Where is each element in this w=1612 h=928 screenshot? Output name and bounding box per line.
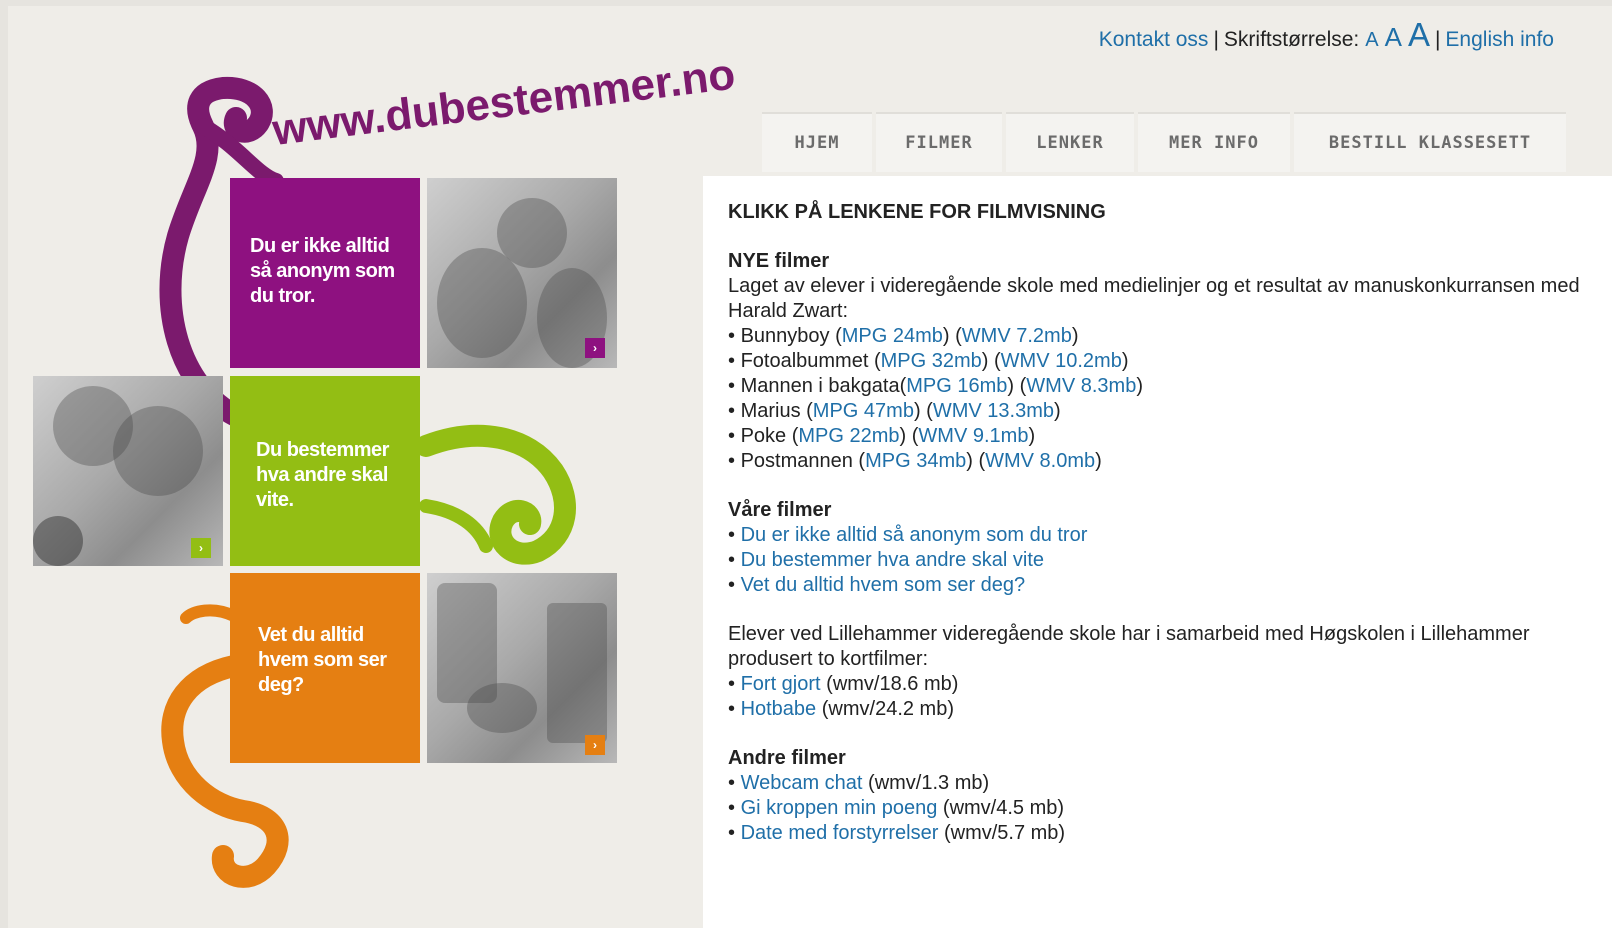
film-link[interactable]: Vet du alltid hvem som ser deg?: [741, 574, 1026, 596]
nav-bestill-klassesett[interactable]: BESTILL KLASSESETT: [1294, 112, 1566, 172]
other-films-list: Webcam chat (wmv/1.3 mb)Gi kroppen min p…: [728, 771, 1588, 846]
film-item: Fotoalbummet (MPG 32mb) (WMV 10.2mb): [728, 349, 1588, 374]
wmv-download-link[interactable]: WMV 13.3mb: [933, 400, 1054, 422]
film-item: Du er ikke alltid så anonym som du tror: [728, 523, 1588, 548]
tile-anonym[interactable]: Du er ikke alltid så anonym som du tror.: [230, 178, 420, 368]
tile-bestemmer[interactable]: Du bestemmer hva andre skal vite.: [230, 376, 420, 566]
nav-lenker[interactable]: LENKER: [1006, 112, 1134, 172]
section-intro: Elever ved Lillehammer videregående skol…: [728, 623, 1530, 670]
mpg-download-link[interactable]: MPG 24mb: [842, 325, 943, 347]
other-films-section: Andre filmer Webcam chat (wmv/1.3 mb)Gi …: [728, 746, 1588, 846]
wmv-download-link[interactable]: WMV 7.2mb: [962, 325, 1072, 347]
play-icon[interactable]: ›: [191, 538, 211, 558]
film-item: Date med forstyrrelser (wmv/5.7 mb): [728, 821, 1588, 846]
film-link[interactable]: Gi kroppen min poeng: [741, 797, 938, 819]
tile-anonym-text: Du er ikke alltid så anonym som du tror.: [250, 234, 395, 309]
film-name: Mannen i bakgata: [740, 375, 900, 397]
mpg-download-link[interactable]: MPG 34mb: [865, 450, 966, 472]
font-size-small-button[interactable]: A: [1365, 29, 1378, 52]
film-info: (wmv/24.2 mb): [821, 698, 954, 720]
font-size-medium-button[interactable]: A: [1385, 22, 1402, 53]
section-title: Våre filmer: [728, 499, 832, 521]
font-size-label: Skriftstørrelse:: [1223, 28, 1360, 51]
film-info: (wmv/4.5 mb): [942, 797, 1065, 819]
tile-text-line: deg?: [258, 674, 304, 696]
tile-bestemmer-text: Du bestemmer hva andre skal vite.: [256, 438, 389, 513]
separator: |: [1434, 28, 1441, 51]
tile-text-line: Vet du alltid: [258, 624, 364, 646]
film-link[interactable]: Du er ikke alltid så anonym som du tror: [741, 524, 1088, 546]
film-link[interactable]: Webcam chat: [741, 772, 863, 794]
film-list: KLIKK PÅ LENKENE FOR FILMVISNING NYE fil…: [728, 200, 1588, 870]
film-item: Bunnyboy (MPG 24mb) (WMV 7.2mb): [728, 324, 1588, 349]
film-item: Postmannen (MPG 34mb) (WMV 8.0mb): [728, 449, 1588, 474]
our-films-section: Våre filmer Du er ikke alltid så anonym …: [728, 498, 1588, 598]
film-link[interactable]: Du bestemmer hva andre skal vite: [741, 549, 1044, 571]
utility-bar: Kontakt oss | Skriftstørrelse: A A A | E…: [1099, 16, 1554, 54]
mpg-download-link[interactable]: MPG 32mb: [881, 350, 982, 372]
film-info: (wmv/5.7 mb): [943, 822, 1066, 844]
content-panel: KLIKK PÅ LENKENE FOR FILMVISNING NYE fil…: [703, 176, 1612, 928]
new-films-section: NYE filmer Laget av elever i videregåend…: [728, 249, 1588, 474]
page-heading: KLIKK PÅ LENKENE FOR FILMVISNING: [728, 201, 1106, 223]
section-title: NYE filmer: [728, 250, 830, 272]
film-item: Poke (MPG 22mb) (WMV 9.1mb): [728, 424, 1588, 449]
film-info: (wmv/18.6 mb): [826, 673, 959, 695]
film-item: Gi kroppen min poeng (wmv/4.5 mb): [728, 796, 1588, 821]
main-nav: HJEM FILMER LENKER MER INFO BESTILL KLAS…: [762, 112, 1566, 172]
separator: |: [1213, 28, 1219, 51]
mpg-download-link[interactable]: MPG 22mb: [798, 425, 899, 447]
film-item: Fort gjort (wmv/18.6 mb): [728, 672, 1588, 697]
contact-link[interactable]: Kontakt oss: [1099, 28, 1209, 52]
wmv-download-link[interactable]: WMV 9.1mb: [918, 425, 1028, 447]
film-name: Bunnyboy: [740, 325, 830, 347]
font-size-large-button[interactable]: A: [1408, 16, 1430, 54]
film-name: Marius: [740, 400, 801, 422]
tile-hvem-ser[interactable]: Vet du alltid hvem som ser deg?: [230, 573, 420, 763]
page: Kontakt oss | Skriftstørrelse: A A A | E…: [8, 6, 1612, 928]
mpg-download-link[interactable]: MPG 16mb: [906, 375, 1007, 397]
film-item: Webcam chat (wmv/1.3 mb): [728, 771, 1588, 796]
tile-text-line: hvem som ser: [258, 649, 387, 671]
film-link[interactable]: Date med forstyrrelser: [741, 822, 939, 844]
wmv-download-link[interactable]: WMV 8.0mb: [985, 450, 1095, 472]
tile-text-line: Du er ikke alltid: [250, 235, 390, 257]
film-link[interactable]: Hotbabe: [741, 698, 817, 720]
film-item: Du bestemmer hva andre skal vite: [728, 548, 1588, 573]
section-title: Andre filmer: [728, 747, 846, 769]
tile-text-line: Du bestemmer: [256, 439, 389, 461]
lillehammer-films-list: Fort gjort (wmv/18.6 mb)Hotbabe (wmv/24.…: [728, 672, 1588, 722]
film-item: Marius (MPG 47mb) (WMV 13.3mb): [728, 399, 1588, 424]
lillehammer-section: Elever ved Lillehammer videregående skol…: [728, 622, 1588, 722]
film-link[interactable]: Fort gjort: [741, 673, 821, 695]
english-info-link[interactable]: English info: [1445, 28, 1554, 52]
mpg-download-link[interactable]: MPG 47mb: [813, 400, 914, 422]
new-films-list: Bunnyboy (MPG 24mb) (WMV 7.2mb)Fotoalbum…: [728, 324, 1588, 474]
film-info: (wmv/1.3 mb): [868, 772, 990, 794]
film-item: Hotbabe (wmv/24.2 mb): [728, 697, 1588, 722]
tile-text-line: vite.: [256, 489, 294, 511]
film-name: Postmannen: [740, 450, 853, 472]
section-intro: Laget av elever i videregående skole med…: [728, 275, 1580, 322]
tile-text-line: du tror.: [250, 285, 315, 307]
our-films-list: Du er ikke alltid så anonym som du tror D…: [728, 523, 1588, 598]
photo-kids-computer[interactable]: ›: [33, 376, 223, 566]
nav-mer-info[interactable]: MER INFO: [1138, 112, 1290, 172]
tile-hvem-ser-text: Vet du alltid hvem som ser deg?: [258, 623, 387, 698]
nav-hjem[interactable]: HJEM: [762, 112, 872, 172]
tile-text-line: hva andre skal: [256, 464, 388, 486]
play-icon[interactable]: ›: [585, 338, 605, 358]
film-name: Fotoalbummet: [740, 350, 869, 372]
nav-filmer[interactable]: FILMER: [876, 112, 1002, 172]
wmv-download-link[interactable]: WMV 8.3mb: [1026, 375, 1136, 397]
photo-arcade[interactable]: ›: [427, 573, 617, 763]
photo-students-laptop[interactable]: ›: [427, 178, 617, 368]
film-name: Poke: [740, 425, 787, 447]
film-item: Vet du alltid hvem som ser deg?: [728, 573, 1588, 598]
play-icon[interactable]: ›: [585, 735, 605, 755]
tile-text-line: så anonym som: [250, 260, 395, 282]
film-item: Mannen i bakgata(MPG 16mb) (WMV 8.3mb): [728, 374, 1588, 399]
wmv-download-link[interactable]: WMV 10.2mb: [1001, 350, 1122, 372]
